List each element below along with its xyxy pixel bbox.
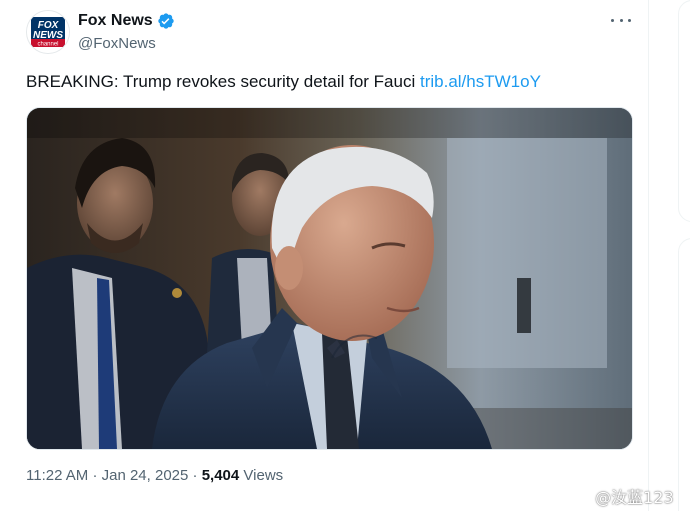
page: FOX NEWS channel Fox News @FoxNews BREAK…: [0, 0, 690, 511]
more-dot: [628, 18, 631, 22]
views-label: Views: [243, 467, 284, 484]
photo-image: [27, 108, 632, 449]
tweet-card: FOX NEWS channel Fox News @FoxNews BREAK…: [0, 0, 648, 511]
verified-badge-icon[interactable]: [157, 12, 175, 30]
more-dot: [611, 18, 614, 22]
more-options-icon[interactable]: [611, 12, 631, 28]
tweet-time[interactable]: 11:22 AM: [26, 467, 88, 484]
tweet-photo[interactable]: [26, 107, 633, 450]
tweet-link[interactable]: trib.al/hsTW1oY: [420, 72, 541, 91]
meta-separator: ·: [92, 467, 98, 484]
fox-news-logo: FOX NEWS channel: [27, 11, 69, 53]
tweet-date[interactable]: Jan 24, 2025: [102, 467, 189, 484]
more-dot: [619, 18, 623, 22]
watermark: @汝蓝123: [570, 484, 674, 508]
watermark-text: @汝蓝123: [595, 488, 674, 507]
tweet-body: BREAKING: Trump revokes security detail …: [26, 72, 416, 91]
side-panel-card: [678, 238, 690, 511]
side-panel-card: [678, 0, 690, 222]
views-count: 5,404: [201, 467, 240, 484]
author-name-row: Fox News: [78, 12, 175, 30]
author-display-name[interactable]: Fox News: [78, 12, 153, 30]
avatar[interactable]: FOX NEWS channel: [26, 10, 70, 54]
meta-separator: ·: [192, 467, 198, 484]
author-handle[interactable]: @FoxNews: [78, 35, 156, 52]
tweet-meta: 11:22 AM · Jan 24, 2025 · 5,404 Views: [26, 467, 283, 484]
column-divider: [648, 0, 649, 511]
logo-text-channel: channel: [37, 42, 58, 48]
tweet-text: BREAKING: Trump revokes security detail …: [26, 72, 541, 92]
weibo-icon: [570, 488, 595, 507]
logo-text-news: NEWS: [33, 30, 63, 41]
